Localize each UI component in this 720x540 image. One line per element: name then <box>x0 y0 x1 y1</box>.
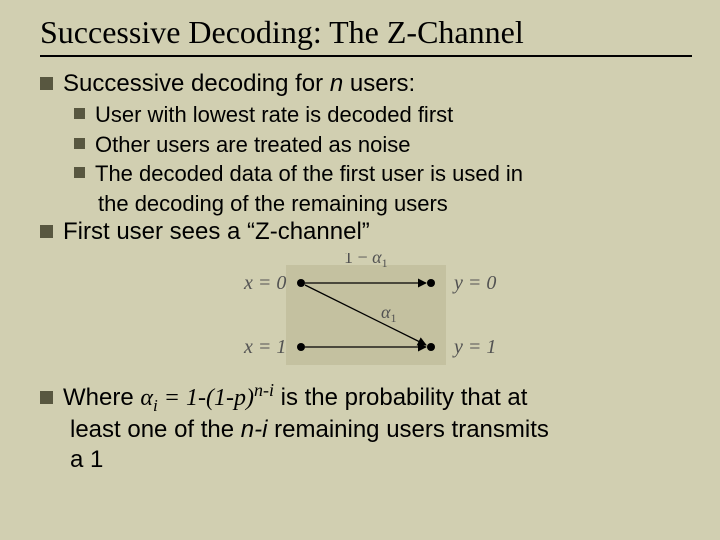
b1-text-post: users: <box>343 70 415 97</box>
square-bullet-icon <box>40 391 53 404</box>
bullet-1c: The decoded data of the first user is us… <box>74 160 692 188</box>
slide-title: Successive Decoding: The Z-Channel <box>40 14 692 57</box>
b1c-text-l2: the decoding of the remaining users <box>98 191 448 216</box>
square-bullet-icon <box>74 108 85 119</box>
bullet-1: Successive decoding for n users: <box>40 69 692 99</box>
z-channel-diagram: x = 0 x = 1 y = 0 y = 1 1 − α1 α1 <box>40 253 692 373</box>
bullet-3: Where αi = 1-(1-p)n-i is the probability… <box>40 383 692 413</box>
square-bullet-icon <box>74 138 85 149</box>
svg-text:y = 1: y = 1 <box>452 336 496 358</box>
square-bullet-icon <box>40 77 53 90</box>
bullet-2: First user sees a “Z-channel” <box>40 217 692 247</box>
svg-text:y = 0: y = 0 <box>452 272 496 294</box>
b3-pre: Where <box>63 384 140 411</box>
svg-text:x = 1: x = 1 <box>243 336 286 358</box>
bullet-1b: Other users are treated as noise <box>74 131 692 159</box>
b3-l2-post: remaining users transmits <box>267 416 548 443</box>
bullet-1c-cont: the decoding of the remaining users <box>98 190 692 218</box>
b3-l2-ital: n-i <box>241 416 268 443</box>
bullet-3-cont1: least one of the n-i remaining users tra… <box>70 415 692 445</box>
b1-text-pre: Successive decoding for <box>63 70 330 97</box>
b1a-text: User with lowest rate is decoded first <box>95 101 453 129</box>
square-bullet-icon <box>74 167 85 178</box>
bullet-1a: User with lowest rate is decoded first <box>74 101 692 129</box>
b2-text: First user sees a “Z-channel” <box>63 217 370 247</box>
b3-eq: = 1-(1-p) <box>158 385 254 411</box>
b3-mid: is the probability that at <box>274 384 527 411</box>
b1-n: n <box>330 70 343 97</box>
b3-sup: n-i <box>254 380 274 400</box>
b3-l2-pre: least one of the <box>70 416 241 443</box>
bullet-3-cont2: a 1 <box>70 445 692 475</box>
b1b-text: Other users are treated as noise <box>95 131 411 159</box>
svg-text:x = 0: x = 0 <box>243 272 286 294</box>
b3-alpha: α <box>140 385 153 411</box>
b3-l3: a 1 <box>70 446 103 473</box>
b1c-text-l1: The decoded data of the first user is us… <box>95 160 523 188</box>
square-bullet-icon <box>40 225 53 238</box>
